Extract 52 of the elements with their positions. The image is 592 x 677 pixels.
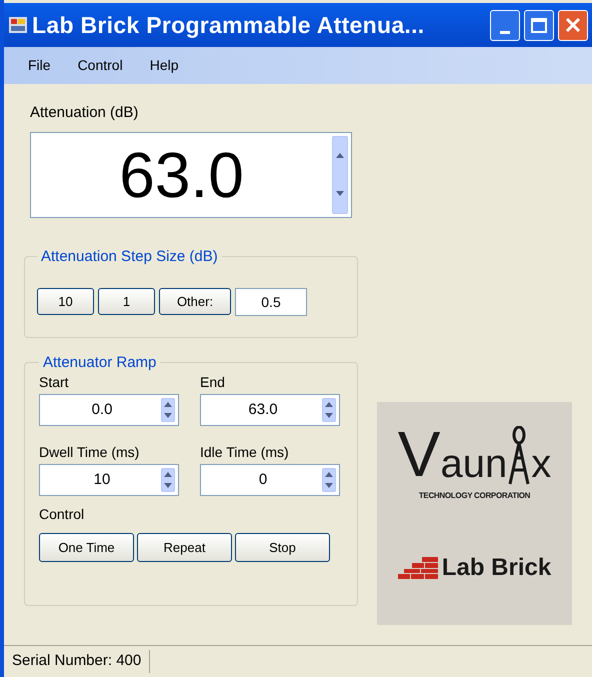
window-title: Lab Brick Programmable Attenua... xyxy=(32,10,426,40)
product-name: Lab Brick xyxy=(442,556,552,580)
brick-wall-icon xyxy=(398,557,438,579)
control-label: Control xyxy=(39,505,86,524)
minimize-button[interactable] xyxy=(490,10,520,40)
down-arrow-icon xyxy=(164,413,172,418)
down-arrow-icon xyxy=(325,413,333,418)
number-field[interactable]: 0 xyxy=(200,464,340,496)
field-label: Idle Time (ms) xyxy=(200,443,290,462)
number-field[interactable]: 0.0 xyxy=(39,394,179,426)
spin-buttons[interactable] xyxy=(322,398,336,422)
up-arrow-icon xyxy=(164,472,172,477)
ramp-button[interactable]: Repeat xyxy=(137,533,232,562)
field-label: End xyxy=(200,373,226,392)
menu-item[interactable]: File xyxy=(28,55,51,76)
step-button[interactable]: 10 xyxy=(37,288,94,315)
group-title: Attenuator Ramp xyxy=(42,352,158,372)
down-arrow-icon xyxy=(164,483,172,488)
close-icon xyxy=(565,17,581,33)
menu-item[interactable]: Control xyxy=(78,55,123,76)
logo-wordmark: x xyxy=(531,444,552,484)
attenuation-label: Attenuation (dB) xyxy=(30,103,140,123)
app-icon xyxy=(8,16,28,34)
attenuation-field[interactable]: 63.0 xyxy=(30,132,352,218)
logo-lead-letter: V xyxy=(398,422,440,486)
spin-buttons[interactable] xyxy=(322,468,336,492)
maximize-button[interactable] xyxy=(524,10,554,40)
up-arrow-icon xyxy=(164,402,172,407)
ramp-button[interactable]: Stop xyxy=(235,533,330,562)
ramp-button[interactable]: One Time xyxy=(39,533,134,562)
up-arrow-icon xyxy=(336,153,344,158)
field-label: Start xyxy=(39,373,70,392)
up-arrow-icon xyxy=(325,402,333,407)
up-arrow-icon xyxy=(325,472,333,477)
menu-item[interactable]: Help xyxy=(150,55,178,76)
close-button[interactable] xyxy=(558,10,588,40)
down-arrow-icon xyxy=(325,483,333,488)
group-title: Attenuation Step Size (dB) xyxy=(40,246,219,266)
logo-tagline: TECHNOLOGY CORPORATION xyxy=(418,490,530,502)
spin-buttons[interactable] xyxy=(161,398,175,422)
number-field[interactable]: 63.0 xyxy=(200,394,340,426)
spin-buttons[interactable] xyxy=(332,136,348,214)
step-button[interactable]: Other: xyxy=(159,288,231,315)
serial-number: Serial Number: 400 xyxy=(4,650,150,673)
step-size-field[interactable]: 0.5 xyxy=(235,288,307,316)
tower-icon xyxy=(507,426,532,486)
logo-wordmark: aun xyxy=(440,444,508,484)
number-field[interactable]: 10 xyxy=(39,464,179,496)
down-arrow-icon xyxy=(336,191,344,196)
field-label: Dwell Time (ms) xyxy=(39,443,140,462)
spin-buttons[interactable] xyxy=(161,468,175,492)
step-button[interactable]: 1 xyxy=(98,288,155,315)
